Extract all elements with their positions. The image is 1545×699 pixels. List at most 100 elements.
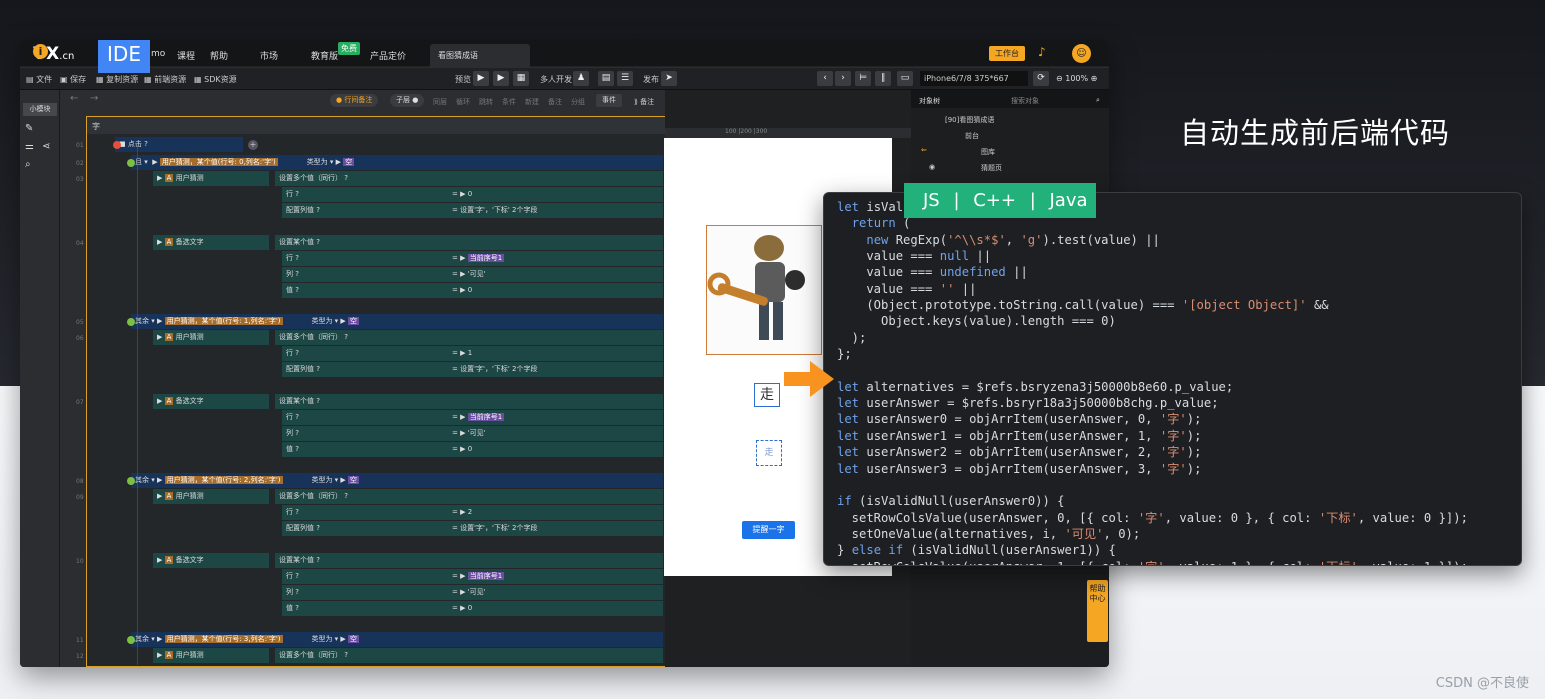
param-value[interactable]: 值 ? = ▶ 0 bbox=[282, 601, 663, 616]
search-object-input[interactable]: 搜索对象 bbox=[1011, 96, 1039, 106]
param-row[interactable]: 行 ? = ▶ 1 bbox=[282, 346, 663, 361]
file-menu[interactable]: ▤ 文件 bbox=[26, 74, 52, 85]
inline-note-toggle[interactable]: ● 行间备注 bbox=[330, 94, 379, 107]
menu-item-course[interactable]: 课程 bbox=[177, 49, 195, 62]
save-button[interactable]: ▣ 保存 bbox=[60, 74, 86, 85]
note-label[interactable]: ⟫ 备注 bbox=[634, 97, 654, 107]
undo-icon[interactable]: ← bbox=[70, 93, 78, 104]
menu-item-pricing[interactable]: 产品定价 bbox=[370, 49, 406, 62]
sdk-resource-button[interactable]: ▦ SDK资源 bbox=[194, 74, 237, 85]
action-set-one[interactable]: 设置某个值 ? bbox=[275, 553, 663, 568]
qr-icon[interactable]: ▦ bbox=[513, 71, 529, 86]
distribute-icon[interactable]: ∥ bbox=[875, 71, 891, 86]
target-user-answer[interactable]: ▶ A 用户猜测 bbox=[153, 330, 269, 345]
action-set-multi[interactable]: 设置多个值（同行） ? bbox=[275, 489, 663, 504]
rail-tab-modules[interactable]: 小模块 bbox=[23, 103, 57, 116]
tree-item-project[interactable]: [90]看图猜成语 bbox=[945, 115, 994, 125]
loop-button[interactable]: 循环 bbox=[456, 97, 470, 107]
search-icon[interactable]: ⌕ bbox=[1096, 96, 1100, 105]
eye-icon[interactable]: ◉ bbox=[929, 163, 935, 171]
target-user-answer[interactable]: ▶ A 用户猜测 bbox=[153, 171, 269, 186]
action-set-multi[interactable]: 设置多个值（同行） ? bbox=[275, 171, 663, 186]
tree-item-gallery[interactable]: 图库 bbox=[981, 147, 995, 157]
child-layer-toggle[interactable]: 子层 ● bbox=[390, 94, 425, 107]
edit-icon[interactable]: ✎ bbox=[25, 123, 37, 134]
logo[interactable]: iVX.cn bbox=[33, 44, 74, 64]
jump-button[interactable]: 跳转 bbox=[479, 97, 493, 107]
param-col[interactable]: 列 ? = ▶ '可见' bbox=[282, 267, 663, 282]
copy-resource-button[interactable]: ▦ 复制资源 bbox=[96, 74, 138, 85]
add-trigger-icon[interactable]: + bbox=[248, 140, 258, 150]
avatar[interactable]: ☺ bbox=[1072, 44, 1091, 63]
workbench-button[interactable]: 工作台 bbox=[989, 46, 1025, 61]
user-icon[interactable]: ♟ bbox=[573, 71, 589, 86]
tab-object-tree[interactable]: 对象树 bbox=[919, 96, 940, 106]
back-icon[interactable]: ‹ bbox=[817, 71, 833, 86]
target-user-answer[interactable]: ▶ A 用户猜测 bbox=[153, 648, 269, 663]
code-line: setRowColsValue(userAnswer, 1, [{ col: '… bbox=[837, 560, 1468, 565]
condition-row-2[interactable]: 其余 ▾ ▶ 用户猜测，某个值(行号: 1,列名:'字') 类型为 ▾ ▶ 空 bbox=[131, 314, 663, 329]
play-icon[interactable]: ▶ bbox=[473, 71, 489, 86]
param-col-map[interactable]: 配置列值 ? = 设置'字'，'下标' 2个字段 bbox=[282, 203, 663, 218]
param-value[interactable]: 值 ? = ▶ 0 bbox=[282, 442, 663, 457]
answer-slot[interactable]: 走 bbox=[754, 383, 780, 407]
layout-icon[interactable]: ▤ bbox=[598, 71, 614, 86]
param-row[interactable]: 行 ? = ▶ 2 bbox=[282, 505, 663, 520]
tree-item-front[interactable]: 前台 bbox=[965, 131, 979, 141]
menu-item-market[interactable]: 市场 bbox=[260, 49, 278, 62]
param-col-map[interactable]: 配置列值 ? = 设置'字'，'下标' 2个字段 bbox=[282, 362, 663, 377]
redo-icon[interactable]: → bbox=[90, 93, 98, 104]
condition-row-1[interactable]: 且 ▾ ▶ 用户猜测，某个值(行号: 0,列名:'字') 类型为 ▾ ▶ 空 bbox=[131, 155, 663, 170]
forward-icon[interactable]: › bbox=[835, 71, 851, 86]
play-alt-icon[interactable]: ▶ bbox=[493, 71, 509, 86]
condition-row-4[interactable]: 其余 ▾ ▶ 用户猜测，某个值(行号: 3,列名:'字') 类型为 ▾ ▶ 空 bbox=[131, 632, 663, 647]
action-set-multi[interactable]: 设置多个值（同行） ? bbox=[275, 648, 663, 663]
language-tabs[interactable]: JS | C++ | Java bbox=[904, 183, 1096, 218]
device-select[interactable]: iPhone6/7/8 375*667 bbox=[920, 71, 1028, 86]
param-col[interactable]: 列 ? = ▶ '可见' bbox=[282, 585, 663, 600]
filter-icon[interactable]: ⚌ bbox=[25, 141, 37, 152]
param-col-map[interactable]: 配置列值 ? = 设置'字'，'下标' 2个字段 bbox=[282, 521, 663, 536]
arrow-left-icon[interactable]: ⇐ bbox=[921, 146, 927, 154]
param-value[interactable]: 值 ? = ▶ 0 bbox=[282, 283, 663, 298]
rotate-icon[interactable]: ⟳ bbox=[1033, 71, 1049, 86]
menu-item-help[interactable]: 帮助 bbox=[210, 49, 228, 62]
action-set-multi[interactable]: 设置多个值（同行） ? bbox=[275, 330, 663, 345]
condition-row-3[interactable]: 其余 ▾ ▶ 用户猜测，某个值(行号: 2,列名:'字') 类型为 ▾ ▶ 空 bbox=[131, 473, 663, 488]
frontend-resource-button[interactable]: ▦ 前端资源 bbox=[144, 74, 186, 85]
sliders-icon[interactable]: ☰ bbox=[617, 71, 633, 86]
hint-button[interactable]: 提醒一字 bbox=[742, 521, 795, 539]
code-line: setOneValue(alternatives, i, '可见', 0); bbox=[837, 526, 1141, 541]
param-row[interactable]: 行 ? = ▶ 当前序号1 bbox=[282, 569, 663, 584]
help-center-button[interactable]: 帮助中心 bbox=[1087, 580, 1108, 642]
target-alternatives[interactable]: ▶ A 备选文字 bbox=[153, 235, 269, 250]
send-icon[interactable]: ➤ bbox=[661, 71, 677, 86]
note-button[interactable]: 备注 bbox=[548, 97, 562, 107]
param-row[interactable]: 行 ? = ▶ 当前序号1 bbox=[282, 410, 663, 425]
menu-item-demo[interactable]: mo bbox=[151, 49, 165, 59]
search-doc-icon[interactable]: ⌕ bbox=[25, 159, 37, 170]
trigger-row[interactable]: ■ 点击 ? bbox=[115, 137, 243, 152]
action-set-one[interactable]: 设置某个值 ? bbox=[275, 394, 663, 409]
target-user-answer[interactable]: ▶ A 用户猜测 bbox=[153, 489, 269, 504]
bell-icon[interactable]: ♪ bbox=[1038, 45, 1046, 59]
share-icon[interactable]: ⋖ bbox=[42, 141, 54, 152]
align-icon[interactable]: ⊨ bbox=[855, 71, 871, 86]
target-alternatives[interactable]: ▶ A 备选文字 bbox=[153, 553, 269, 568]
same-layer-button[interactable]: 同层 bbox=[433, 97, 447, 107]
group-button[interactable]: 分组 bbox=[571, 97, 585, 107]
answer-slot-empty[interactable]: 走 bbox=[756, 440, 782, 466]
param-row[interactable]: 行 ? = ▶ 0 bbox=[282, 187, 663, 202]
param-col[interactable]: 列 ? = ▶ '可见' bbox=[282, 426, 663, 441]
condition-button[interactable]: 条件 bbox=[502, 97, 516, 107]
new-button[interactable]: 新建 bbox=[525, 97, 539, 107]
target-alternatives[interactable]: ▶ A 备选文字 bbox=[153, 394, 269, 409]
tree-item-quiz-page[interactable]: 猜题页 bbox=[981, 163, 1002, 173]
document-tab[interactable]: 看图猜成语 bbox=[430, 44, 530, 67]
action-set-one[interactable]: 设置某个值 ? bbox=[275, 235, 663, 250]
zoom-control[interactable]: ⊖ 100% ⊕ bbox=[1056, 74, 1097, 83]
event-tag[interactable]: 事件 bbox=[596, 94, 622, 107]
menu-item-edu[interactable]: 教育版 bbox=[311, 49, 338, 62]
param-row[interactable]: 行 ? = ▶ 当前序号1 bbox=[282, 251, 663, 266]
monitor-icon[interactable]: ▭ bbox=[897, 71, 913, 86]
